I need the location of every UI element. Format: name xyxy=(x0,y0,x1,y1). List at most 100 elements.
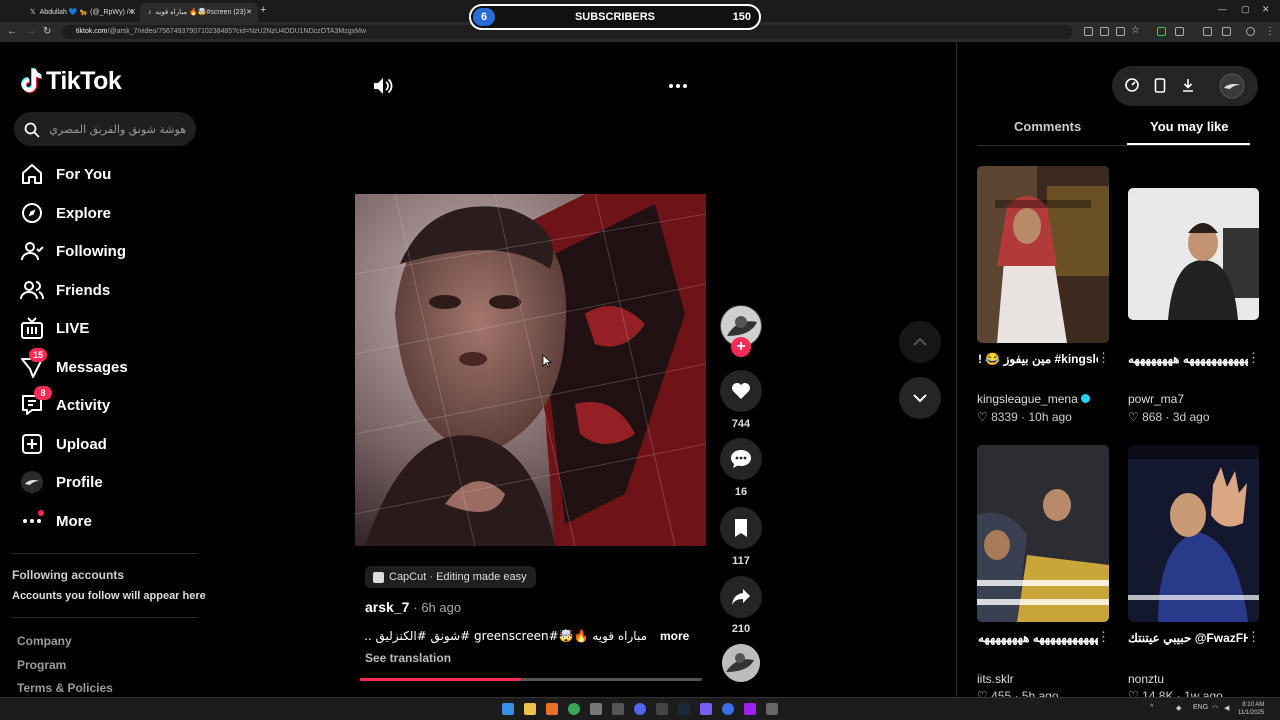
keyboard-language[interactable]: ENG xyxy=(1193,704,1208,711)
card-menu-icon[interactable]: ⋮ xyxy=(1247,629,1260,645)
app-icon[interactable] xyxy=(546,703,558,715)
minimize-icon[interactable]: — xyxy=(1218,4,1227,14)
video-options-button[interactable] xyxy=(668,78,688,94)
card-title[interactable]: ههههههههههههههههههه ههههههههه... xyxy=(1128,352,1248,366)
heart-icon xyxy=(732,383,750,399)
download-button[interactable] xyxy=(1181,78,1195,92)
card-user[interactable]: kingsleague_mena xyxy=(977,392,1090,406)
next-video-avatar[interactable] xyxy=(722,644,760,682)
nav-for-you[interactable]: For You xyxy=(20,161,111,187)
suggested-video-thumbnail[interactable] xyxy=(977,445,1109,622)
maximize-icon[interactable]: ▢ xyxy=(1241,4,1250,15)
follow-button[interactable]: + xyxy=(731,337,751,357)
close-tab-icon[interactable]: ✕ xyxy=(128,3,134,22)
app-icon[interactable] xyxy=(612,703,624,715)
volume-button[interactable] xyxy=(372,76,394,96)
heart-outline-icon: ♡ xyxy=(1128,410,1143,424)
card-username[interactable]: kingsleague_mena xyxy=(977,392,1078,406)
see-translation-link[interactable]: See translation xyxy=(365,651,451,665)
browser-tab-tiktok[interactable]: ♪ مباراه قويه 🔥🤯#screen (23) ✕ xyxy=(140,3,258,22)
comment-button[interactable] xyxy=(720,438,762,480)
tray-chevron-icon[interactable]: ^ xyxy=(1150,704,1153,711)
extension-icon[interactable] xyxy=(1157,27,1166,36)
reload-icon[interactable]: ↻ xyxy=(43,26,51,37)
video-author[interactable]: arsk_7 · 6h ago xyxy=(365,599,461,615)
card-menu-icon[interactable]: ⋮ xyxy=(1097,350,1110,366)
card-username[interactable]: iits.sklr xyxy=(977,672,1014,686)
app-icon[interactable] xyxy=(766,703,778,715)
card-menu-icon[interactable]: ⋮ xyxy=(1247,350,1260,366)
forward-icon[interactable]: → xyxy=(26,26,36,37)
wifi-icon[interactable]: ◠ xyxy=(1212,704,1218,712)
caption-more-button[interactable]: more xyxy=(660,629,689,643)
tab-you-may-like[interactable]: You may like xyxy=(1150,119,1229,134)
zoom-icon[interactable] xyxy=(1116,27,1125,36)
extensions-puzzle-icon[interactable] xyxy=(1175,27,1184,36)
discord-icon[interactable] xyxy=(634,703,646,715)
footer-link-company[interactable]: Company xyxy=(17,634,72,648)
suggested-video-thumbnail[interactable] xyxy=(1128,445,1259,622)
app-icon[interactable] xyxy=(744,703,756,715)
nav-messages[interactable]: 15 Messages xyxy=(20,348,128,380)
search-box[interactable] xyxy=(14,112,196,146)
steam-icon[interactable] xyxy=(678,703,690,715)
card-username[interactable]: nonztu xyxy=(1128,672,1164,686)
footer-link-terms[interactable]: Terms & Policies xyxy=(17,681,113,695)
close-tab-icon[interactable]: ✕ xyxy=(246,3,252,22)
card-title[interactable]: ههههههههههههههههههه ههههههههه #fpy... xyxy=(978,631,1098,645)
tray-app-icon[interactable]: ◆ xyxy=(1176,704,1181,712)
footer-link-program[interactable]: Program xyxy=(17,658,66,672)
downloads-icon[interactable] xyxy=(1203,27,1212,36)
nav-friends[interactable]: Friends xyxy=(20,277,110,303)
nav-upload[interactable]: Upload xyxy=(20,431,107,457)
like-button[interactable] xyxy=(720,370,762,412)
author-username[interactable]: arsk_7 xyxy=(365,599,409,615)
profile-avatar-icon[interactable] xyxy=(1246,27,1255,36)
app-icon[interactable] xyxy=(722,703,734,715)
extension-icon[interactable] xyxy=(1100,27,1109,36)
profile-button[interactable] xyxy=(1219,73,1245,99)
sidepanel-icon[interactable] xyxy=(1222,27,1231,36)
bookmark-star-icon[interactable]: ☆ xyxy=(1131,25,1140,36)
app-icon[interactable] xyxy=(700,703,712,715)
start-menu-icon[interactable] xyxy=(502,703,514,715)
tiktok-logo[interactable]: TikTok xyxy=(20,66,122,96)
file-explorer-icon[interactable] xyxy=(524,703,536,715)
speaker-icon[interactable]: ◀ xyxy=(1224,704,1229,712)
video-progress-bar[interactable] xyxy=(360,678,702,681)
new-tab-button[interactable]: + xyxy=(260,4,266,16)
device-button[interactable] xyxy=(1154,78,1166,93)
card-title[interactable]: حبيبي عيتنتك @FwazFH... xyxy=(1128,631,1248,645)
card-title[interactable]: ! 😂 مين بيفوز #kingsleague... xyxy=(978,352,1098,366)
save-button[interactable] xyxy=(720,507,762,549)
suggested-video-thumbnail[interactable] xyxy=(1128,188,1259,320)
chrome-icon[interactable] xyxy=(568,703,580,715)
url-path: /@arsk_7/video/7567493790710238485?cid=N… xyxy=(107,28,367,35)
nav-following[interactable]: Following xyxy=(20,238,126,264)
next-video-button[interactable] xyxy=(899,377,941,419)
capcut-link[interactable]: CapCut · Editing made easy xyxy=(365,566,536,588)
app-icon[interactable] xyxy=(590,703,602,715)
card-menu-icon[interactable]: ⋮ xyxy=(1097,629,1110,645)
system-clock[interactable]: 8:10 AM 11/1/2025 xyxy=(1238,701,1264,717)
search-input[interactable] xyxy=(44,119,186,139)
browser-tab-x[interactable]: 𝕏 Abdullah 💙 🐆 (@_RpWy) / X ✕ xyxy=(22,3,140,22)
nav-activity[interactable]: 8 Activity xyxy=(20,386,110,418)
extension-icon[interactable] xyxy=(1084,27,1093,36)
previous-video-button[interactable] xyxy=(899,321,941,363)
share-button[interactable] xyxy=(720,576,762,618)
nav-profile[interactable]: Profile xyxy=(20,469,103,495)
chevron-up-icon xyxy=(913,337,927,346)
app-icon[interactable] xyxy=(656,703,668,715)
nav-live[interactable]: LIVE xyxy=(20,315,89,341)
back-icon[interactable]: ← xyxy=(7,26,17,37)
video-player[interactable] xyxy=(355,194,706,546)
window-close-icon[interactable]: ✕ xyxy=(1262,4,1270,15)
tab-comments[interactable]: Comments xyxy=(1014,119,1081,134)
nav-explore[interactable]: Explore xyxy=(20,200,111,226)
nav-more[interactable]: More xyxy=(20,508,92,534)
browser-menu-icon[interactable]: ⋮ xyxy=(1265,26,1275,37)
card-username[interactable]: powr_ma7 xyxy=(1128,392,1184,406)
suggested-video-thumbnail[interactable] xyxy=(977,166,1109,343)
speed-button[interactable] xyxy=(1125,78,1139,92)
